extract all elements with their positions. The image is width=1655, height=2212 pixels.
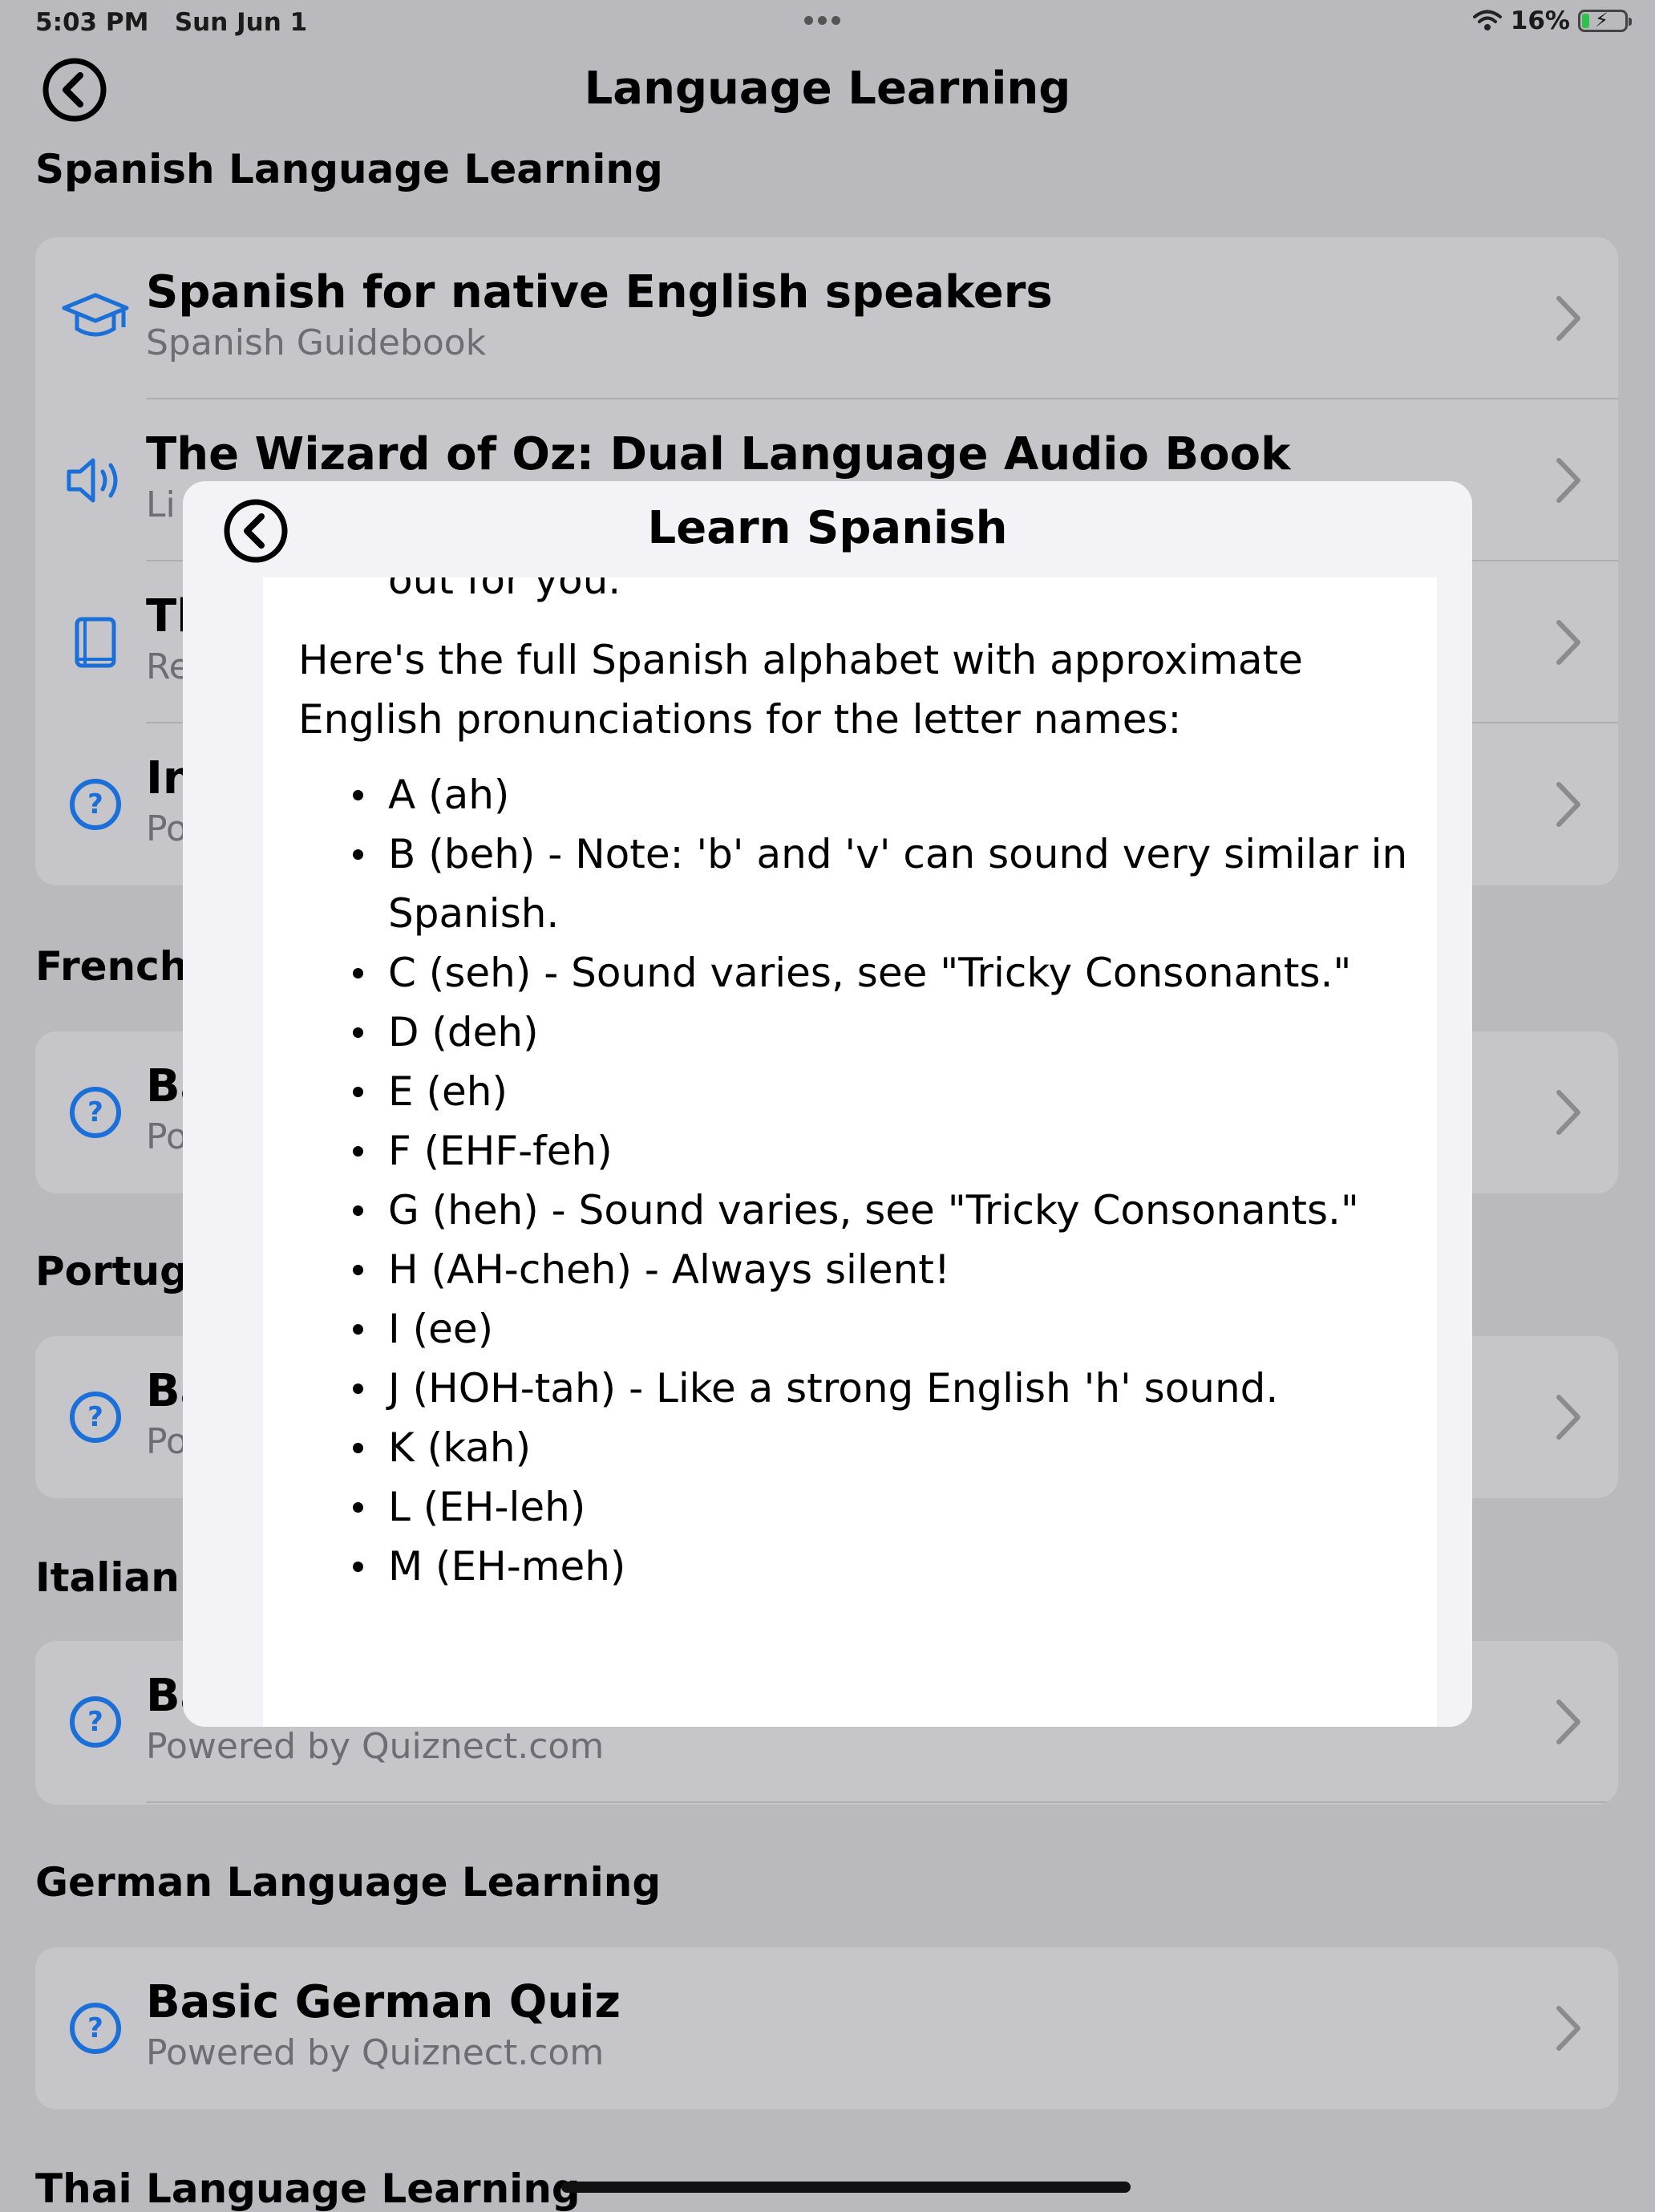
list-item-subtitle: Po <box>146 1116 188 1157</box>
list-item-title: The Wizard of Oz: Dual Language Audio Bo… <box>146 428 1291 480</box>
home-indicator[interactable] <box>561 2182 1131 2193</box>
status-bar: 5:03 PM Sun Jun 1 16% ⚡ <box>0 0 1655 48</box>
learn-spanish-modal: Learn Spanish out for you. Here's the fu… <box>183 481 1472 1727</box>
alphabet-item: C (seh) - Sound varies, see "Tricky Cons… <box>353 943 1430 1003</box>
alphabet-item: D (deh) <box>353 1003 1430 1062</box>
section-header-spanish: Spanish Language Learning <box>35 146 663 192</box>
list-item-subtitle: Spanish Guidebook <box>146 322 487 363</box>
chevron-right-icon <box>1556 1090 1580 1135</box>
question-circle-icon: ? <box>70 2003 121 2054</box>
speaker-icon <box>67 458 118 503</box>
alphabet-item: E (eh) <box>353 1062 1430 1121</box>
section-header-german: German Language Learning <box>35 1859 662 1906</box>
chevron-right-icon <box>1556 620 1580 665</box>
list-item-subtitle: Po <box>146 1421 188 1462</box>
graduation-cap-icon <box>62 293 129 337</box>
list-item[interactable]: ? Basic German Quiz Powered by Quiznect.… <box>35 1947 1618 2109</box>
chevron-right-icon <box>1556 296 1580 341</box>
battery-icon: ⚡ <box>1578 9 1632 32</box>
status-indicators: 16% ⚡ <box>1472 6 1632 35</box>
chevron-right-icon <box>1556 458 1580 503</box>
list-item-subtitle: Li <box>146 484 176 525</box>
section-header-french: French <box>35 943 188 990</box>
question-circle-icon: ? <box>70 779 121 830</box>
list-item-title: Basic German Quiz <box>146 1976 621 2028</box>
question-circle-icon: ? <box>70 1696 121 1748</box>
modal-scroll-content[interactable]: out for you. Here's the full Spanish alp… <box>263 577 1437 1727</box>
section-header-thai: Thai Language Learning <box>35 2165 581 2212</box>
alphabet-item: F (EHF-feh) <box>353 1121 1430 1181</box>
status-time: 5:03 PM Sun Jun 1 <box>35 8 308 37</box>
section-header-italian: Italian <box>35 1554 180 1601</box>
clipped-text-line: out for you. <box>388 577 621 603</box>
alphabet-item: G (heh) - Sound varies, see "Tricky Cons… <box>353 1181 1430 1240</box>
list-item-subtitle: Po <box>146 808 188 849</box>
list-item-subtitle: Powered by Quiznect.com <box>146 1726 605 1767</box>
alphabet-item: A (ah) <box>353 765 1430 824</box>
svg-text:?: ? <box>87 2012 103 2044</box>
alphabet-item: K (kah) <box>353 1418 1430 1477</box>
svg-text:?: ? <box>87 1096 103 1128</box>
svg-text:?: ? <box>87 788 103 820</box>
chevron-right-icon <box>1556 2006 1580 2051</box>
alphabet-item: B (beh) - Note: 'b' and 'v' can sound ve… <box>353 824 1430 943</box>
alphabet-item: L (EH-leh) <box>353 1477 1430 1537</box>
alphabet-item: I (ee) <box>353 1299 1430 1359</box>
list-item-title: Spanish for native English speakers <box>146 266 1053 318</box>
chevron-right-icon <box>1556 1700 1580 1744</box>
list-item[interactable]: Spanish for native English speakers Span… <box>35 237 1618 399</box>
svg-text:?: ? <box>87 1401 103 1433</box>
wifi-icon <box>1472 10 1502 30</box>
list-group-german: ? Basic German Quiz Powered by Quiznect.… <box>35 1947 1618 2109</box>
alphabet-intro: Here's the full Spanish alphabet with ap… <box>298 637 1303 743</box>
question-circle-icon: ? <box>70 1392 121 1443</box>
svg-text:?: ? <box>87 1706 103 1738</box>
alphabet-item: J (HOH-tah) - Like a strong English 'h' … <box>353 1359 1430 1418</box>
alphabet-item: H (AH-cheh) - Always silent! <box>353 1240 1430 1299</box>
section-header-portuguese: Portug <box>35 1248 188 1294</box>
chevron-right-icon <box>1556 1395 1580 1440</box>
page-title: Language Learning <box>584 63 1071 115</box>
multitasking-dots-icon[interactable] <box>802 13 843 28</box>
battery-percent: 16% <box>1510 6 1570 35</box>
modal-title: Learn Spanish <box>647 502 1008 554</box>
alphabet-list: A (ah) B (beh) - Note: 'b' and 'v' can so… <box>263 765 1430 1596</box>
book-icon <box>75 617 116 668</box>
list-item-subtitle: Powered by Quiznect.com <box>146 2032 605 2073</box>
alphabet-item: M (EH-meh) <box>353 1537 1430 1596</box>
chevron-right-icon <box>1556 782 1580 827</box>
question-circle-icon: ? <box>70 1087 121 1138</box>
